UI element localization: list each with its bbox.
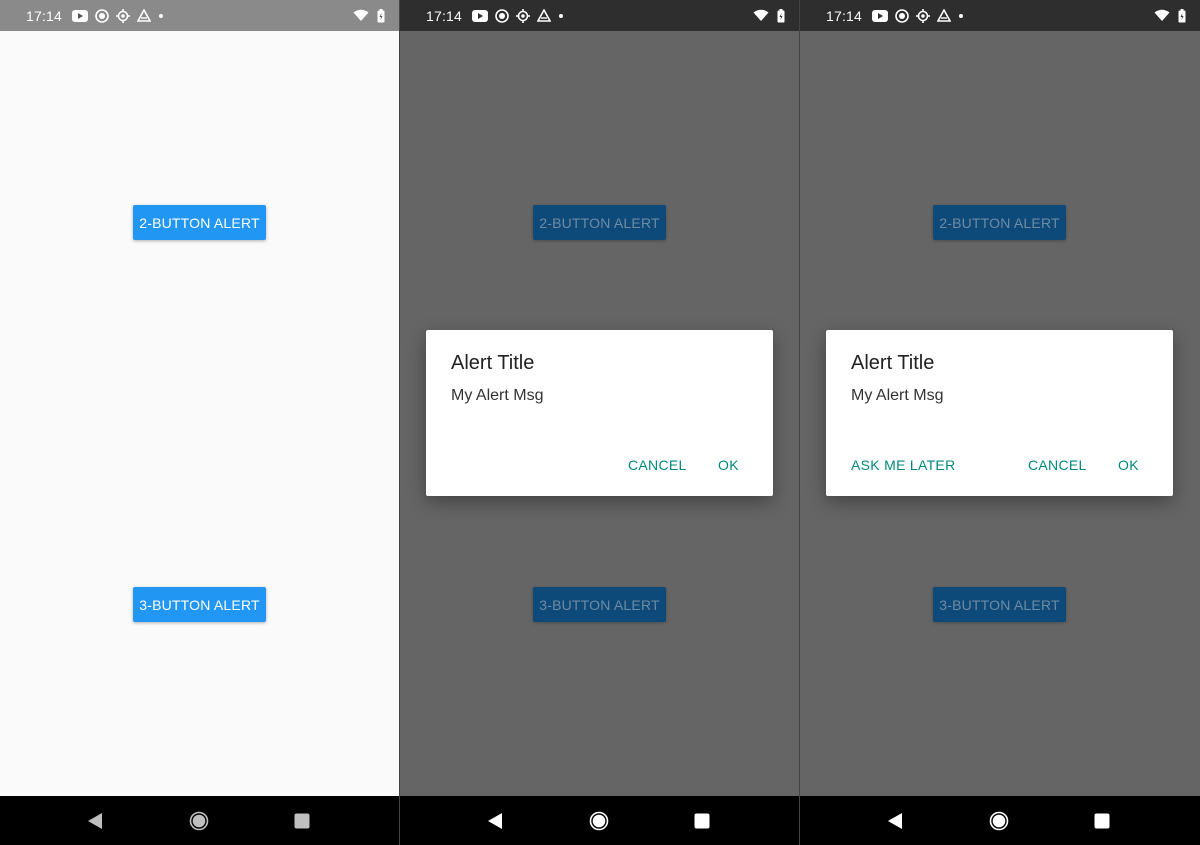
dialog-title: Alert Title bbox=[851, 352, 935, 374]
nav-home-button[interactable] bbox=[988, 810, 1010, 832]
app-content: 2-BUTTON ALERT 3-BUTTON ALERT bbox=[0, 31, 399, 796]
three-button-alert-button: 3-BUTTON ALERT bbox=[933, 587, 1066, 622]
record-icon bbox=[95, 8, 109, 23]
drive-icon bbox=[137, 9, 152, 22]
drive-icon bbox=[537, 9, 552, 22]
nav-recents-button[interactable] bbox=[691, 810, 713, 832]
wifi-icon bbox=[353, 9, 369, 21]
three-button-alert-button[interactable]: 3-BUTTON ALERT bbox=[133, 587, 266, 622]
nav-recents-button[interactable] bbox=[291, 810, 313, 832]
home-icon bbox=[989, 811, 1009, 831]
phone-screen-three-button-dialog: 17:14 2-BUTTON ALERT 3-BUTTON ALERT Aler… bbox=[800, 0, 1200, 845]
three-button-alert-button: 3-BUTTON ALERT bbox=[533, 587, 666, 622]
two-button-alert-button[interactable]: 2-BUTTON ALERT bbox=[133, 205, 266, 240]
app-content: 2-BUTTON ALERT 3-BUTTON ALERT Alert Titl… bbox=[400, 31, 799, 796]
settings-icon bbox=[916, 8, 931, 23]
youtube-icon bbox=[72, 9, 89, 22]
settings-icon bbox=[116, 8, 131, 23]
cancel-button[interactable]: CANCEL bbox=[628, 457, 687, 473]
dialog-message: My Alert Msg bbox=[451, 387, 544, 404]
back-icon bbox=[488, 813, 502, 829]
two-button-alert-button: 2-BUTTON ALERT bbox=[533, 205, 666, 240]
alert-dialog: Alert Title My Alert Msg ASK ME LATER CA… bbox=[826, 330, 1173, 496]
screenshot-row: 17:14 2-BUTTON ALERT 3-BUTTON ALERT 17:1… bbox=[0, 0, 1200, 845]
status-bar: 17:14 bbox=[800, 0, 1200, 31]
nav-home-button[interactable] bbox=[588, 810, 610, 832]
battery-icon bbox=[777, 8, 785, 22]
nav-back-button[interactable] bbox=[884, 810, 906, 832]
dialog-title: Alert Title bbox=[451, 352, 535, 374]
status-bar: 17:14 bbox=[0, 0, 399, 31]
wifi-icon bbox=[753, 9, 769, 21]
settings-icon bbox=[516, 8, 531, 23]
phone-screen-two-button-dialog: 17:14 2-BUTTON ALERT 3-BUTTON ALERT Aler… bbox=[400, 0, 800, 845]
wifi-icon bbox=[1154, 9, 1170, 21]
dot-icon bbox=[959, 13, 964, 18]
ok-button[interactable]: OK bbox=[1118, 457, 1139, 473]
two-button-alert-button: 2-BUTTON ALERT bbox=[933, 205, 1066, 240]
battery-icon bbox=[1178, 8, 1186, 22]
home-icon bbox=[189, 811, 209, 831]
status-bar: 17:14 bbox=[400, 0, 799, 31]
youtube-icon bbox=[472, 9, 489, 22]
ask-me-later-button[interactable]: ASK ME LATER bbox=[851, 457, 955, 473]
navigation-bar bbox=[400, 796, 799, 845]
nav-home-button[interactable] bbox=[188, 810, 210, 832]
battery-icon bbox=[377, 8, 385, 22]
navigation-bar bbox=[0, 796, 399, 845]
status-time: 17:14 bbox=[26, 7, 63, 24]
drive-icon bbox=[937, 9, 952, 22]
status-time: 17:14 bbox=[826, 7, 863, 24]
status-time: 17:14 bbox=[426, 7, 463, 24]
dot-icon bbox=[559, 13, 564, 18]
ok-button[interactable]: OK bbox=[718, 457, 739, 473]
dot-icon bbox=[159, 13, 164, 18]
phone-screen-main: 17:14 2-BUTTON ALERT 3-BUTTON ALERT bbox=[0, 0, 400, 845]
nav-back-button[interactable] bbox=[84, 810, 106, 832]
nav-back-button[interactable] bbox=[484, 810, 506, 832]
back-icon bbox=[88, 813, 102, 829]
back-icon bbox=[888, 813, 902, 829]
alert-dialog: Alert Title My Alert Msg CANCEL OK bbox=[426, 330, 773, 496]
record-icon bbox=[895, 8, 909, 23]
navigation-bar bbox=[800, 796, 1200, 845]
nav-recents-button[interactable] bbox=[1091, 810, 1113, 832]
home-icon bbox=[589, 811, 609, 831]
recents-icon bbox=[1094, 813, 1110, 829]
recents-icon bbox=[294, 813, 310, 829]
cancel-button[interactable]: CANCEL bbox=[1028, 457, 1087, 473]
record-icon bbox=[495, 8, 509, 23]
youtube-icon bbox=[872, 9, 889, 22]
dialog-message: My Alert Msg bbox=[851, 387, 944, 404]
app-content: 2-BUTTON ALERT 3-BUTTON ALERT Alert Titl… bbox=[800, 31, 1200, 796]
recents-icon bbox=[694, 813, 710, 829]
